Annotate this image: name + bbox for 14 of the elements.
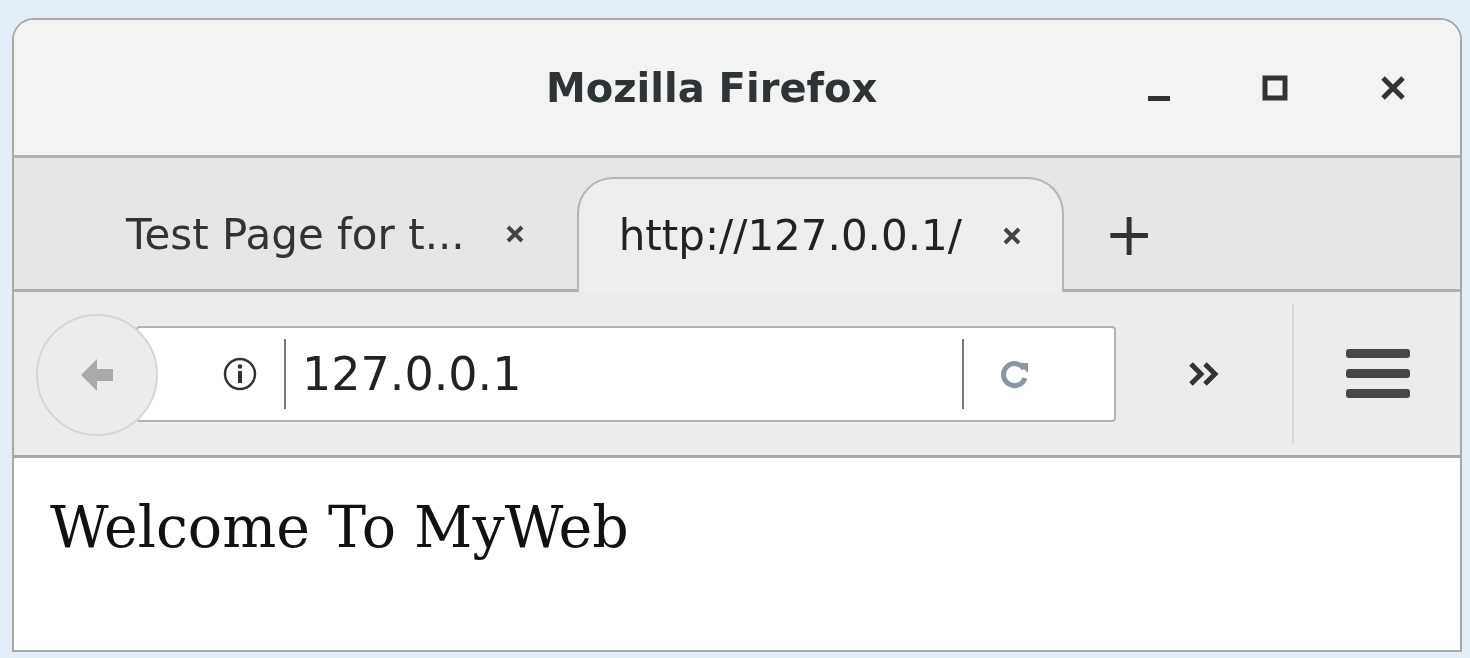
close-icon[interactable] [504,224,525,244]
browser-tab[interactable]: Test Page for t... [114,179,557,289]
maximize-icon [1262,74,1288,101]
menu-icon[interactable] [1346,346,1410,401]
minimize-icon [1148,95,1170,101]
window-title: Mozilla Firefox [546,64,878,111]
new-tab-button[interactable]: + [1083,179,1175,289]
page-text: Welcome To MyWeb [50,494,629,560]
address-bar[interactable]: 127.0.0.1 [136,325,1116,422]
close-icon[interactable] [1001,225,1022,246]
info-icon[interactable] [222,355,258,392]
close-icon [1380,74,1406,101]
browser-tab[interactable]: http://127.0.0.1/ [576,177,1064,292]
address-field[interactable]: 127.0.0.1 [302,346,962,401]
